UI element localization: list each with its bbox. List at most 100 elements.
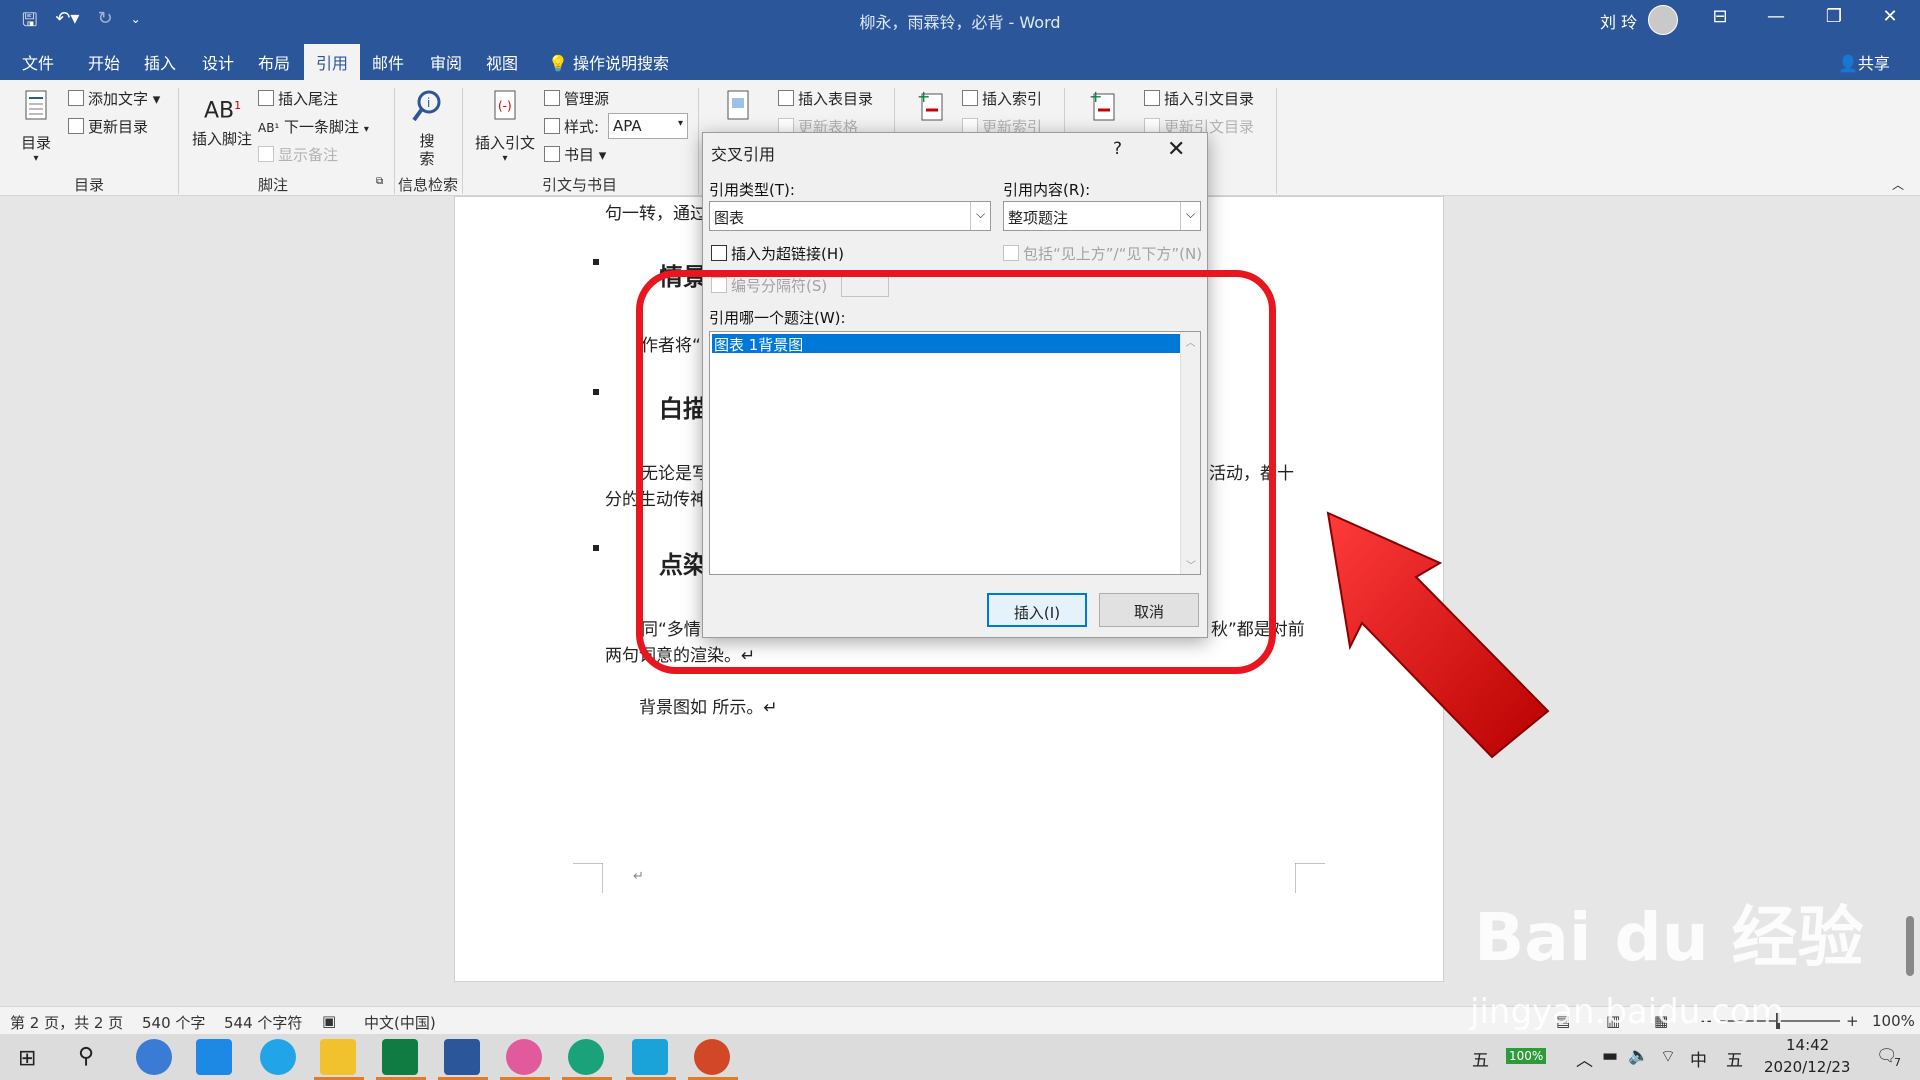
chevron-down-icon: ⌵ [1180,202,1200,230]
above-below-label: 包括“见上方”/“见下方”(N) [1023,245,1203,263]
proofing-icon[interactable]: ▣ [322,1012,336,1030]
red-arrow-icon [1326,511,1550,759]
input-language[interactable]: 中 [1690,1046,1707,1071]
windows-start-icon[interactable]: ⊞ [18,1046,36,1071]
next-footnote-icon: AB¹ [258,121,280,135]
endnote-icon [258,90,274,106]
powerpoint-icon[interactable] [694,1039,730,1075]
word-count[interactable]: 540 个字 [142,1012,205,1033]
app-l-icon[interactable] [136,1039,172,1075]
ime-indicator[interactable]: 五 [1472,1046,1489,1071]
watermark-brand: Bai du 经验 [1474,899,1864,976]
mark-entry-button[interactable]: + [912,87,952,132]
word-icon[interactable] [444,1039,480,1075]
battery-icon[interactable]: ▬ [1602,1046,1618,1066]
close-icon[interactable]: ✕ [1167,137,1185,162]
ribbon-tabs: 文件 开始 插入 设计 布局 引用 邮件 审阅 视图 💡 操作说明搜索 👤共享 [0,40,1920,80]
file-explorer-icon[interactable] [320,1039,356,1075]
avatar[interactable] [1648,5,1678,35]
wifi-icon[interactable]: ⌔ [1660,1046,1676,1067]
paint-icon[interactable] [506,1039,542,1075]
tray-chevron-icon[interactable]: ︿ [1576,1046,1593,1071]
crop-mark-icon [573,863,603,893]
edge-icon[interactable] [568,1039,604,1075]
manage-sources-button[interactable]: 管理源 [544,88,609,109]
tab-design[interactable]: 设计 [202,50,234,74]
insert-tof-button[interactable]: 插入表目录 [778,88,873,109]
insert-toa-button[interactable]: 插入引文目录 [1144,88,1254,109]
insert-citation-button[interactable]: (-) 插入引文 ▾ [472,88,538,164]
collapse-ribbon-icon[interactable]: ︿ [1892,176,1904,193]
insert-hyperlink-checkbox[interactable] [711,245,727,261]
user-name[interactable]: 刘 玲 [1600,9,1637,33]
paragraph-mark: ↵ [633,869,644,884]
vertical-scrollbar[interactable] [1906,916,1914,976]
clock-date[interactable]: 2020/12/23 [1764,1058,1850,1076]
insert-hyperlink-label: 插入为超链接(H) [731,245,844,263]
group-label-toc: 目录 [74,176,105,194]
toa-icon [1144,90,1160,106]
mail-icon[interactable] [196,1039,232,1075]
battery-percent[interactable]: 100% [1506,1048,1547,1064]
minimize-icon[interactable]: — [1756,6,1796,27]
page-count[interactable]: 第 2 页，共 2 页 [10,1012,123,1033]
char-count[interactable]: 544 个字符 [224,1012,302,1033]
ribbon-display-icon[interactable]: ⊟ [1700,6,1740,27]
manage-sources-icon [544,90,560,106]
tell-me-search[interactable]: 💡 操作说明搜索 [548,50,669,74]
reference-content-label: 引用内容(R): [1003,181,1091,199]
tab-review[interactable]: 审阅 [430,50,462,74]
next-footnote-button[interactable]: AB¹ 下一条脚注 ▾ [258,116,369,137]
tab-mailings[interactable]: 邮件 [372,50,404,74]
citation-icon: (-) [494,90,516,120]
add-text-icon [68,90,84,106]
toc-button[interactable]: 目录 ▾ [16,88,56,164]
browser-e-icon[interactable] [260,1039,296,1075]
zoom-level[interactable]: 100% [1872,1012,1915,1030]
citation-style-select[interactable]: APA ▾ [608,113,688,139]
tab-insert[interactable]: 插入 [144,50,176,74]
show-notes-button[interactable]: 显示备注 [258,144,338,165]
reference-content-select[interactable]: 整项题注 ⌵ [1003,201,1201,231]
tab-file[interactable]: 文件 [22,50,54,74]
clock-time[interactable]: 14:42 [1786,1036,1829,1054]
group-label-citations: 引文与书目 [542,176,618,194]
insert-footnote-button[interactable]: AB1 插入脚注 [190,88,254,149]
help-icon[interactable]: ? [1113,139,1122,159]
search-icon[interactable]: ⚲ [78,1044,94,1069]
app-blue-icon[interactable] [632,1039,668,1075]
search-icon: i [412,90,441,122]
restore-icon[interactable]: ❐ [1814,6,1854,27]
close-icon[interactable]: ✕ [1870,6,1910,27]
insert-index-button[interactable]: 插入索引 [962,88,1042,109]
search-button[interactable]: i 搜索 [404,88,450,168]
person-icon: 👤 [1838,54,1858,73]
watermark-url: jingyan.baidu.com [1470,992,1784,1032]
reference-type-select[interactable]: 图表 ⌵ [709,201,991,231]
tab-references[interactable]: 引用 [304,44,361,80]
group-label-footnote: 脚注 [258,176,289,194]
volume-icon[interactable]: 🔈 [1628,1046,1649,1066]
footnote-dialog-launcher-icon[interactable]: ⧉ [376,176,383,187]
share-button[interactable]: 👤共享 [1838,50,1890,74]
insert-caption-button[interactable] [718,88,758,132]
zoom-in-icon[interactable]: + [1846,1012,1859,1030]
tab-view[interactable]: 视图 [486,50,518,74]
mark-entry-icon: + [917,87,943,121]
update-toc-button[interactable]: 更新目录 [68,116,148,137]
footnote-icon: AB1 [204,98,242,124]
add-text-button[interactable]: 添加文字 ▾ [68,88,160,109]
above-below-checkbox[interactable] [1003,245,1019,261]
bibliography-button[interactable]: 书目 ▾ [544,144,606,165]
insert-endnote-button[interactable]: 插入尾注 [258,88,338,109]
title-bar: 🖫 ↶▾ ↻ ⌄ 柳永，雨霖铃，必背 - Word 刘 玲 ⊟ — ❐ ✕ [0,0,1920,40]
svg-text:+: + [917,88,930,106]
excel-icon[interactable] [382,1039,418,1075]
tab-home[interactable]: 开始 [88,50,120,74]
language-status[interactable]: 中文(中国) [364,1012,436,1033]
style-label: 样式: [544,116,599,137]
chevron-down-icon: ▾ [677,118,683,129]
mark-citation-button[interactable]: + [1084,87,1124,132]
tab-layout[interactable]: 布局 [258,50,290,74]
ime-mode[interactable]: 五 [1726,1046,1743,1071]
